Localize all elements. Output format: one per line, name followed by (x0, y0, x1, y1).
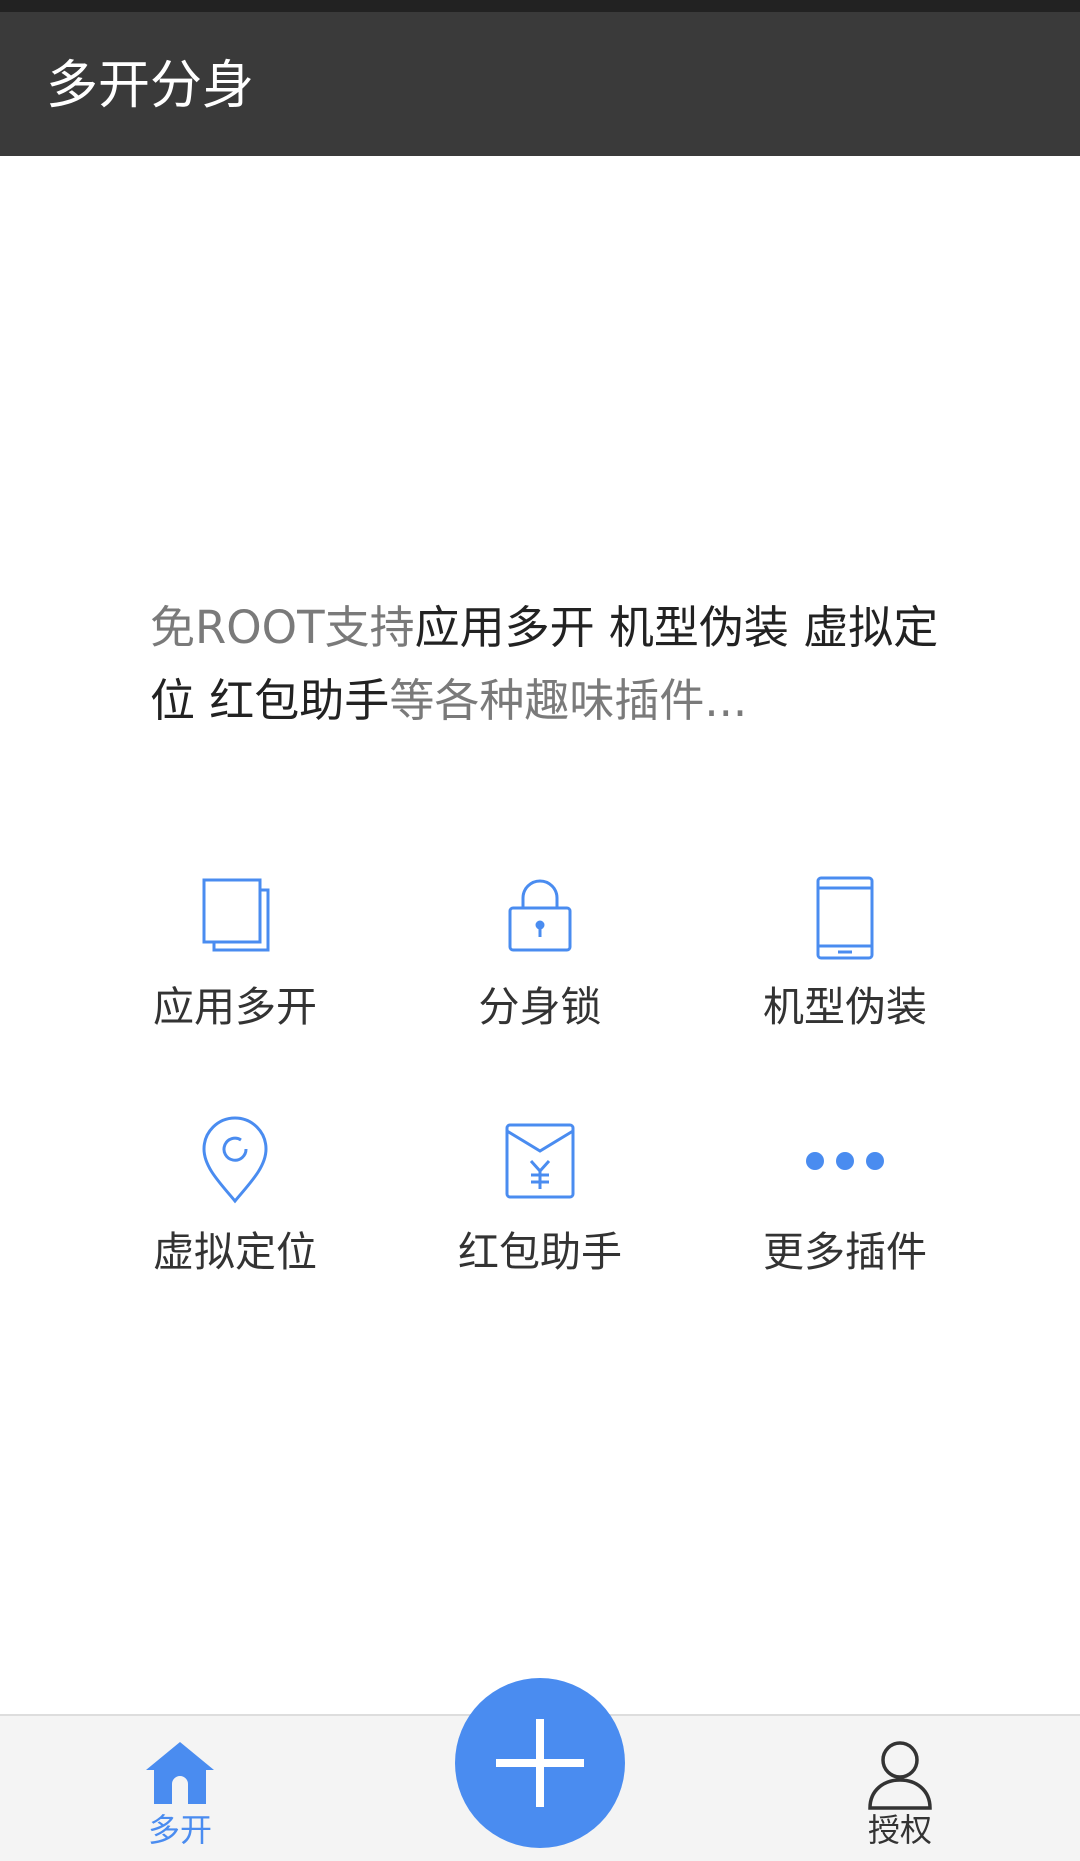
nav-auth[interactable]: 授权 (800, 1716, 1000, 1861)
nav-auth-label: 授权 (867, 1811, 932, 1849)
user-icon (868, 1741, 932, 1810)
feature-label: 机型伪装 (763, 983, 927, 1031)
copy-icon (202, 878, 270, 952)
add-button[interactable] (455, 1678, 625, 1848)
location-pin-icon (202, 1116, 268, 1204)
screen: 多开分身 免ROOT支持应用多开 机型伪装 虚拟定位 红包助手等各种趣味插件..… (0, 0, 1080, 1861)
nav-home-label: 多开 (147, 1811, 212, 1849)
more-dots-icon (806, 1152, 884, 1170)
feature-device-disguise[interactable]: 机型伪装 (695, 870, 995, 1050)
status-bar (0, 0, 1080, 12)
lock-icon (508, 879, 572, 952)
feature-more-plugins[interactable]: 更多插件 (695, 1115, 995, 1295)
feature-label: 分身锁 (478, 983, 602, 1031)
app-bar: 多开分身 (0, 12, 1080, 156)
feature-label: 更多插件 (763, 1228, 927, 1276)
feature-clone-lock[interactable]: 分身锁 (390, 870, 690, 1050)
feature-label: 应用多开 (153, 983, 317, 1031)
home-icon (146, 1742, 214, 1804)
nav-home[interactable]: 多开 (80, 1716, 280, 1861)
red-envelope-icon (505, 1123, 575, 1199)
feature-label: 红包助手 (458, 1228, 622, 1276)
plus-icon (496, 1719, 584, 1807)
intro-text: 免ROOT支持应用多开 机型伪装 虚拟定位 红包助手等各种趣味插件... (150, 591, 950, 737)
app-title: 多开分身 (46, 56, 255, 116)
phone-icon (816, 876, 874, 960)
feature-virtual-location[interactable]: 虚拟定位 (85, 1115, 385, 1295)
feature-label: 虚拟定位 (153, 1228, 317, 1276)
feature-red-envelope-helper[interactable]: 红包助手 (390, 1115, 690, 1295)
intro-segment-1: 免ROOT支持 (150, 601, 415, 654)
intro-segment-3: 等各种趣味插件... (389, 674, 748, 727)
feature-app-multi[interactable]: 应用多开 (85, 870, 385, 1050)
